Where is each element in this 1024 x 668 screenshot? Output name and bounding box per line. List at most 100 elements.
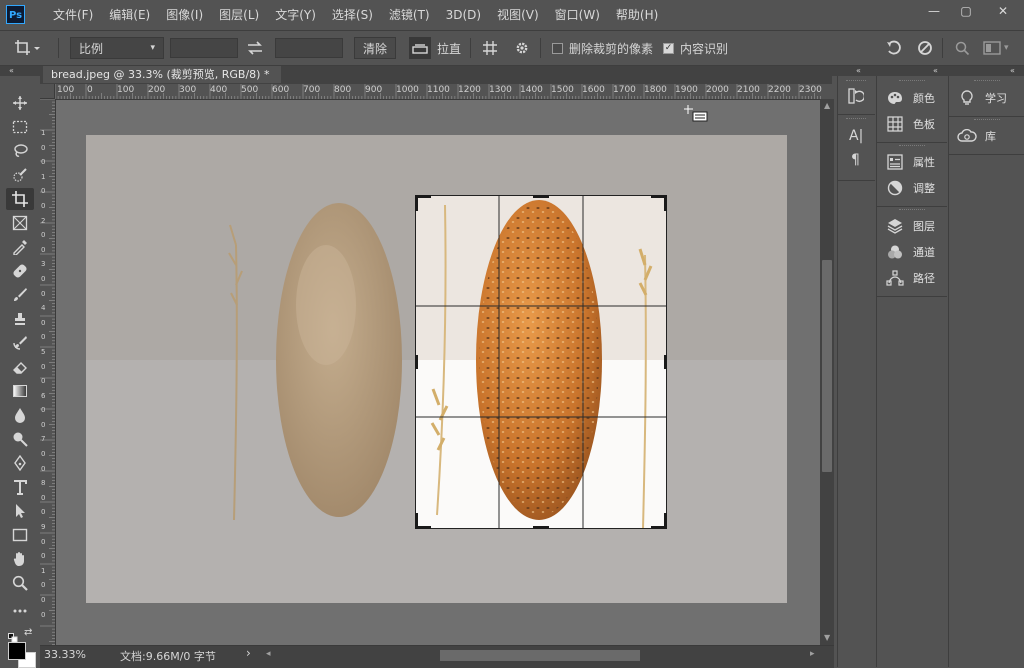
character-icon[interactable]: A| (849, 128, 863, 144)
panel-item-color[interactable]: 颜色 (877, 85, 935, 111)
panel-item-libraries[interactable]: 库 (949, 123, 996, 149)
path-selection-tool[interactable] (6, 500, 34, 522)
document-size-info[interactable]: 文档:9.66M/0 字节 (120, 648, 216, 664)
crop-preview-area[interactable] (415, 195, 667, 529)
rectangle-tool[interactable] (6, 524, 34, 546)
pen-tool[interactable] (6, 452, 34, 474)
ruler-origin[interactable] (40, 84, 55, 99)
overlay-grid-icon[interactable] (482, 31, 498, 65)
lasso-tool[interactable] (6, 140, 34, 162)
collapse-panels-icon[interactable]: « (856, 66, 861, 75)
healing-brush-tool[interactable] (6, 260, 34, 282)
swap-icon[interactable] (246, 31, 264, 65)
menu-window[interactable]: 窗口(W) (547, 0, 608, 30)
history-icon[interactable] (848, 88, 866, 108)
panel-label-properties: 属性 (913, 156, 935, 169)
hand-tool[interactable] (6, 548, 34, 570)
ellipsis-icon (13, 609, 27, 613)
brush-tool[interactable] (6, 284, 34, 306)
menu-view[interactable]: 视图(V) (489, 0, 547, 30)
menu-type[interactable]: 文字(Y) (267, 0, 324, 30)
more-tools[interactable] (6, 600, 34, 622)
gear-icon[interactable] (514, 31, 530, 65)
marquee-tool[interactable] (6, 116, 34, 138)
v-ruler-label: 0 (41, 274, 46, 283)
dodge-tool[interactable] (6, 428, 34, 450)
menu-file[interactable]: 文件(F) (45, 0, 101, 30)
panel-item-channels[interactable]: 通道 (877, 239, 935, 265)
vertical-ruler[interactable]: 1 0 0 1 0 0 2 0 0 3 0 0 4 0 0 5 0 0 6 0 0 7 0 0 8 0 0 9 0 0 1 0 0 0 (40, 99, 56, 645)
document-tab[interactable]: bread.jpeg @ 33.3% (裁剪预览, RGB/8) * × (43, 66, 281, 98)
scroll-up-icon[interactable]: ▲ (824, 101, 830, 110)
foreground-color[interactable] (8, 642, 26, 660)
h-ruler-label: 1900 (675, 85, 698, 95)
reset-icon[interactable] (886, 31, 904, 65)
content-aware-checkbox[interactable]: ✓ 内容识别 (663, 31, 728, 65)
palette-icon (883, 91, 907, 105)
zoom-level[interactable]: 33.33% (44, 648, 86, 661)
minimize-button[interactable]: — (918, 0, 950, 22)
menu-select[interactable]: 选择(S) (324, 0, 381, 30)
separator (942, 38, 943, 58)
menu-filter[interactable]: 滤镜(T) (381, 0, 438, 30)
panel-item-swatches[interactable]: 色板 (877, 111, 935, 137)
straighten-label: 拉直 (437, 41, 462, 56)
move-tool[interactable] (6, 92, 34, 114)
height-input[interactable] (275, 38, 343, 58)
ratio-select[interactable]: 比例 ▾ (70, 37, 164, 59)
horizontal-scroll-thumb[interactable] (440, 650, 640, 661)
clear-button[interactable]: 清除 (354, 37, 397, 59)
menu-bar: Ps 文件(F) 编辑(E) 图像(I) 图层(L) 文字(Y) 选择(S) 滤… (0, 0, 1024, 31)
crop-tool-preset-icon[interactable] (14, 31, 40, 65)
panel-item-layers[interactable]: 图层 (877, 213, 935, 239)
crop-tool[interactable] (6, 188, 34, 210)
width-input[interactable] (170, 38, 238, 58)
horizontal-ruler[interactable]: 100 0 100 200 300 400 500 600 700 800 90… (55, 84, 823, 100)
cancel-icon[interactable] (917, 31, 933, 65)
collapse-panels-icon[interactable]: « (1010, 66, 1015, 75)
panel-grip[interactable] (846, 118, 866, 122)
panel-grip[interactable] (974, 80, 1000, 84)
panel-grip[interactable] (846, 80, 866, 84)
restore-button[interactable]: ▢ (950, 0, 982, 22)
eraser-tool[interactable] (6, 356, 34, 378)
quick-selection-tool[interactable] (6, 164, 34, 186)
scroll-right-icon[interactable]: ▸ (810, 649, 815, 659)
gradient-tool[interactable] (6, 380, 34, 402)
frame-tool[interactable] (6, 212, 34, 234)
menu-image[interactable]: 图像(I) (158, 0, 211, 30)
straighten-button[interactable]: 拉直 (409, 31, 461, 65)
v-ruler-label: 5 (41, 347, 46, 356)
hand-icon (13, 552, 24, 566)
panel-item-paths[interactable]: 路径 (877, 265, 935, 291)
collapse-panels-icon[interactable]: « (933, 66, 938, 75)
history-brush-tool[interactable] (6, 332, 34, 354)
status-menu-arrow[interactable]: › (246, 646, 251, 660)
vertical-scroll-thumb[interactable] (822, 260, 832, 472)
menu-help[interactable]: 帮助(H) (608, 0, 666, 30)
swap-colors-icon[interactable]: ⇄ (24, 627, 32, 638)
workspace-icon[interactable]: ▾ (983, 31, 1009, 65)
scroll-down-icon[interactable]: ▼ (824, 633, 830, 642)
paragraph-icon[interactable]: ¶ (851, 152, 860, 168)
clone-stamp-tool[interactable] (6, 308, 34, 330)
zoom-tool[interactable] (6, 572, 34, 594)
blur-tool[interactable] (6, 404, 34, 426)
v-ruler-label: 0 (41, 158, 46, 167)
close-window-button[interactable]: ✕ (982, 0, 1024, 22)
type-tool[interactable] (6, 476, 34, 498)
panel-grip[interactable] (899, 80, 925, 84)
panel-item-adjustments[interactable]: 调整 (877, 175, 935, 201)
menu-edit[interactable]: 编辑(E) (101, 0, 158, 30)
delete-cropped-checkbox[interactable]: 删除裁剪的像素 (552, 31, 653, 65)
h-ruler-label: 1700 (613, 85, 636, 95)
brush-icon (14, 288, 27, 301)
search-icon[interactable] (955, 31, 970, 65)
menu-layer[interactable]: 图层(L) (211, 0, 267, 30)
eyedropper-tool[interactable] (6, 236, 34, 258)
toolbar-collapse-icon[interactable]: « (9, 66, 14, 75)
scroll-left-icon[interactable]: ◂ (266, 649, 271, 659)
panel-item-learn[interactable]: 学习 (949, 85, 1007, 111)
menu-3d[interactable]: 3D(D) (438, 0, 489, 30)
panel-item-properties[interactable]: 属性 (877, 149, 935, 175)
